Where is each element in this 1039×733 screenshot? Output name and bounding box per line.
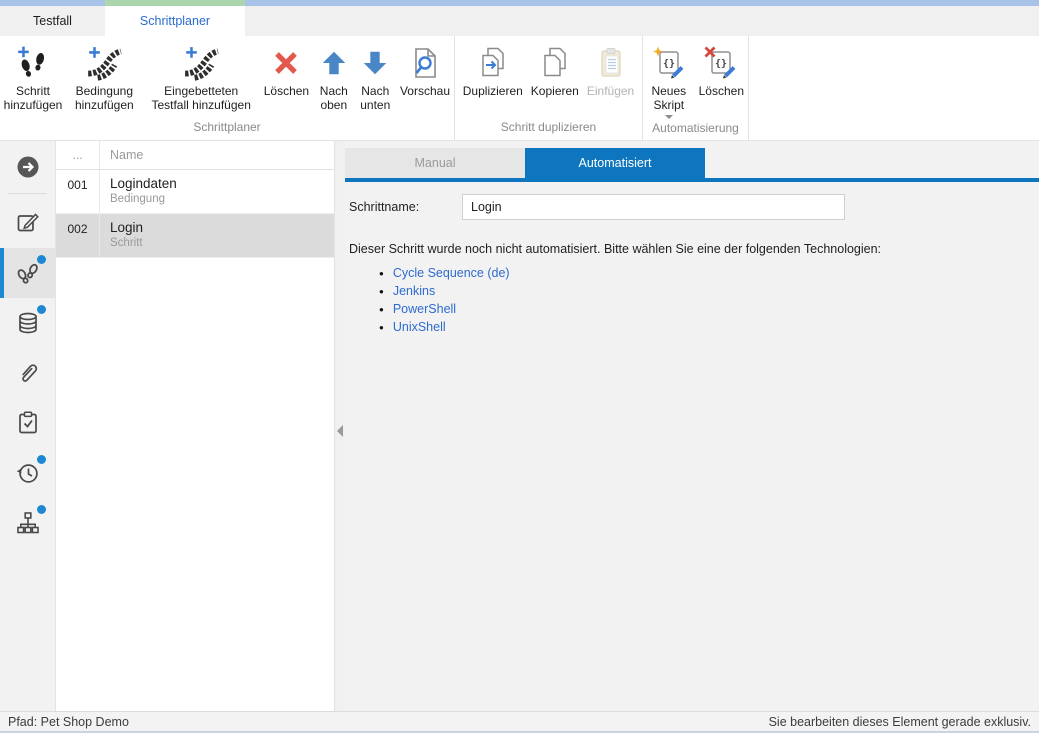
detail-panel: Manual Automatisiert Schrittname: Dieser… (345, 141, 1039, 711)
add-embedded-testcase-icon (181, 42, 221, 84)
hierarchy-icon (15, 510, 41, 536)
go-icon (15, 154, 41, 180)
bullet-icon: ● (379, 287, 384, 296)
move-up-button[interactable]: Nach oben (313, 40, 354, 114)
list-item: ● UnixShell (379, 318, 1039, 336)
column-header-name: Name (100, 141, 334, 169)
delete-step-button[interactable]: Löschen (260, 40, 313, 100)
detail-tab-bar: Manual Automatisiert (345, 148, 1039, 178)
bullet-icon: ● (379, 269, 384, 278)
list-item: ● PowerShell (379, 300, 1039, 318)
add-step-button[interactable]: Schritt hinzufügen (0, 40, 66, 114)
status-bar: Pfad: Pet Shop Demo Sie bearbeiten diese… (0, 711, 1039, 731)
sidebar-item-database[interactable] (0, 298, 55, 348)
duplicate-icon (476, 42, 510, 84)
group-label-schrittplaner: Schrittplaner (0, 120, 454, 140)
move-down-button[interactable]: Nach unten (355, 40, 396, 114)
group-label-automatisierung: Automatisierung (643, 121, 748, 140)
paste-button[interactable]: Einfügen (583, 40, 638, 100)
sidebar-item-attachments[interactable] (0, 348, 55, 398)
collapse-left-icon[interactable] (337, 425, 343, 437)
steps-table: ... Name 001 Logindaten Bedingung 002 Lo… (56, 141, 335, 711)
new-script-button[interactable]: {} Neues Skript (643, 40, 695, 121)
delete-script-icon: {} (704, 42, 738, 84)
list-item: ● Jenkins (379, 282, 1039, 300)
copy-button[interactable]: Kopieren (527, 40, 583, 100)
ribbon: Schritt hinzufügen Bedingung hinzufügen (0, 36, 1039, 141)
left-navigation-bar (0, 141, 56, 711)
preview-icon (408, 42, 442, 84)
sidebar-item-edit[interactable] (0, 198, 55, 248)
copy-icon (538, 42, 572, 84)
edit-icon (15, 210, 41, 236)
technology-link-jenkins[interactable]: Jenkins (393, 284, 435, 298)
technology-link-unixshell[interactable]: UnixShell (393, 320, 446, 334)
delete-script-button[interactable]: {} Löschen (695, 40, 748, 100)
add-condition-button[interactable]: Bedingung hinzufügen (66, 40, 143, 114)
step-name-input[interactable] (462, 194, 845, 220)
ribbon-group-schritt-duplizieren: Duplizieren Kopieren (455, 36, 643, 140)
ribbon-tab-testfall[interactable]: Testfall (0, 6, 105, 36)
ribbon-tab-schrittplaner[interactable]: Schrittplaner (105, 6, 245, 36)
technology-link-cycle-sequence[interactable]: Cycle Sequence (de) (393, 266, 510, 280)
automation-info-text: Dieser Schritt wurde noch nicht automati… (345, 242, 1039, 256)
arrow-up-icon (319, 42, 349, 84)
step-name: Login (110, 220, 334, 235)
svg-text:{}: {} (663, 59, 675, 70)
active-tab-underline (345, 178, 1039, 182)
notification-dot (37, 455, 46, 464)
notification-dot (37, 305, 46, 314)
database-icon (15, 310, 41, 336)
ribbon-group-automatisierung: {} Neues Skript {} (643, 36, 749, 140)
table-row[interactable]: 001 Logindaten Bedingung (56, 170, 334, 214)
status-path: Pfad: Pet Shop Demo (8, 715, 129, 729)
ribbon-group-schrittplaner: Schritt hinzufügen Bedingung hinzufügen (0, 36, 455, 140)
main-area: ... Name 001 Logindaten Bedingung 002 Lo… (0, 141, 1039, 711)
preview-button[interactable]: Vorschau (396, 40, 454, 100)
sidebar-item-hierarchy[interactable] (0, 498, 55, 548)
column-header-num: ... (56, 141, 100, 169)
notification-dot (37, 255, 46, 264)
table-row-selected[interactable]: 002 Login Schritt (56, 214, 334, 258)
step-name-label: Schrittname: (349, 200, 462, 214)
add-condition-icon (85, 42, 123, 84)
sidebar-item-go[interactable] (0, 141, 55, 193)
group-label-schritt-duplizieren: Schritt duplizieren (455, 120, 642, 140)
sidebar-separator (8, 193, 47, 194)
bullet-icon: ● (379, 305, 384, 314)
arrow-down-icon (360, 42, 390, 84)
sidebar-item-tasks[interactable] (0, 398, 55, 448)
svg-text:{}: {} (715, 59, 727, 70)
notification-dot (37, 505, 46, 514)
sidebar-item-steps[interactable] (0, 248, 55, 298)
attachment-icon (15, 360, 41, 386)
delete-x-icon (270, 42, 302, 84)
sidebar-item-history[interactable] (0, 448, 55, 498)
new-script-icon: {} (652, 42, 686, 84)
steps-icon (14, 260, 41, 287)
step-name: Logindaten (110, 176, 334, 191)
new-script-dropdown-caret[interactable] (665, 115, 673, 119)
duplicate-button[interactable]: Duplizieren (459, 40, 527, 100)
status-lock-message: Sie bearbeiten dieses Element gerade exk… (769, 715, 1031, 729)
tab-automatisiert[interactable]: Automatisiert (525, 148, 705, 178)
add-step-icon (15, 42, 51, 84)
tab-manual[interactable]: Manual (345, 148, 525, 178)
bullet-icon: ● (379, 323, 384, 332)
list-item: ● Cycle Sequence (de) (379, 264, 1039, 282)
add-embedded-testcase-button[interactable]: Eingebetteten Testfall hinzufügen (143, 40, 260, 114)
paste-icon (594, 42, 628, 84)
panel-splitter[interactable] (335, 141, 345, 711)
step-type: Schritt (110, 237, 334, 249)
table-header: ... Name (56, 141, 334, 170)
ribbon-tab-bar: Testfall Schrittplaner (0, 6, 1039, 36)
technology-link-powershell[interactable]: PowerShell (393, 302, 456, 316)
history-icon (15, 460, 41, 486)
step-type: Bedingung (110, 193, 334, 205)
tasks-icon (15, 410, 41, 436)
technology-list: ● Cycle Sequence (de) ● Jenkins ● PowerShel… (345, 264, 1039, 336)
